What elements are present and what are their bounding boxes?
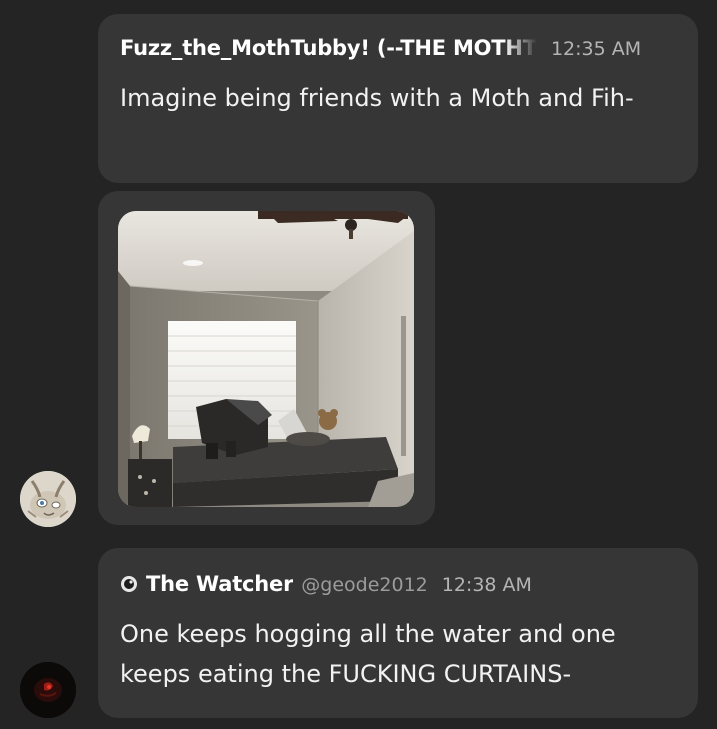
moth-avatar[interactable] bbox=[20, 471, 76, 527]
dark-red-avatar-icon bbox=[20, 662, 76, 718]
message-bubble[interactable]: The Watcher @geode2012 12:38 AM One keep… bbox=[98, 548, 698, 718]
timestamp: 12:35 AM bbox=[550, 38, 642, 60]
message-text: Imagine being friends with a Moth and Fi… bbox=[120, 84, 634, 112]
image-attachment-bubble[interactable] bbox=[98, 191, 435, 525]
eye-icon bbox=[120, 575, 138, 593]
username[interactable]: Fuzz_the_MothTubby! (--THE MOTHT bbox=[120, 36, 537, 60]
dark-red-avatar[interactable] bbox=[20, 662, 76, 718]
timestamp: 12:38 AM bbox=[441, 574, 532, 596]
username[interactable]: The Watcher bbox=[146, 572, 293, 596]
message-header: Fuzz_the_MothTubby! (--THE MOTHT 12:35 A… bbox=[120, 36, 676, 68]
user-handle[interactable]: @geode2012 bbox=[301, 574, 427, 596]
bedroom-photo-image bbox=[118, 211, 414, 507]
attached-photo[interactable] bbox=[118, 211, 414, 507]
moth-avatar-icon bbox=[20, 471, 76, 527]
message-text: One keeps hogging all the water and one … bbox=[120, 620, 616, 688]
message-bubble[interactable]: Fuzz_the_MothTubby! (--THE MOTHT 12:35 A… bbox=[98, 14, 698, 183]
chat-view: Fuzz_the_MothTubby! (--THE MOTHT 12:35 A… bbox=[0, 0, 717, 729]
message-header: The Watcher @geode2012 12:38 AM bbox=[120, 572, 676, 604]
